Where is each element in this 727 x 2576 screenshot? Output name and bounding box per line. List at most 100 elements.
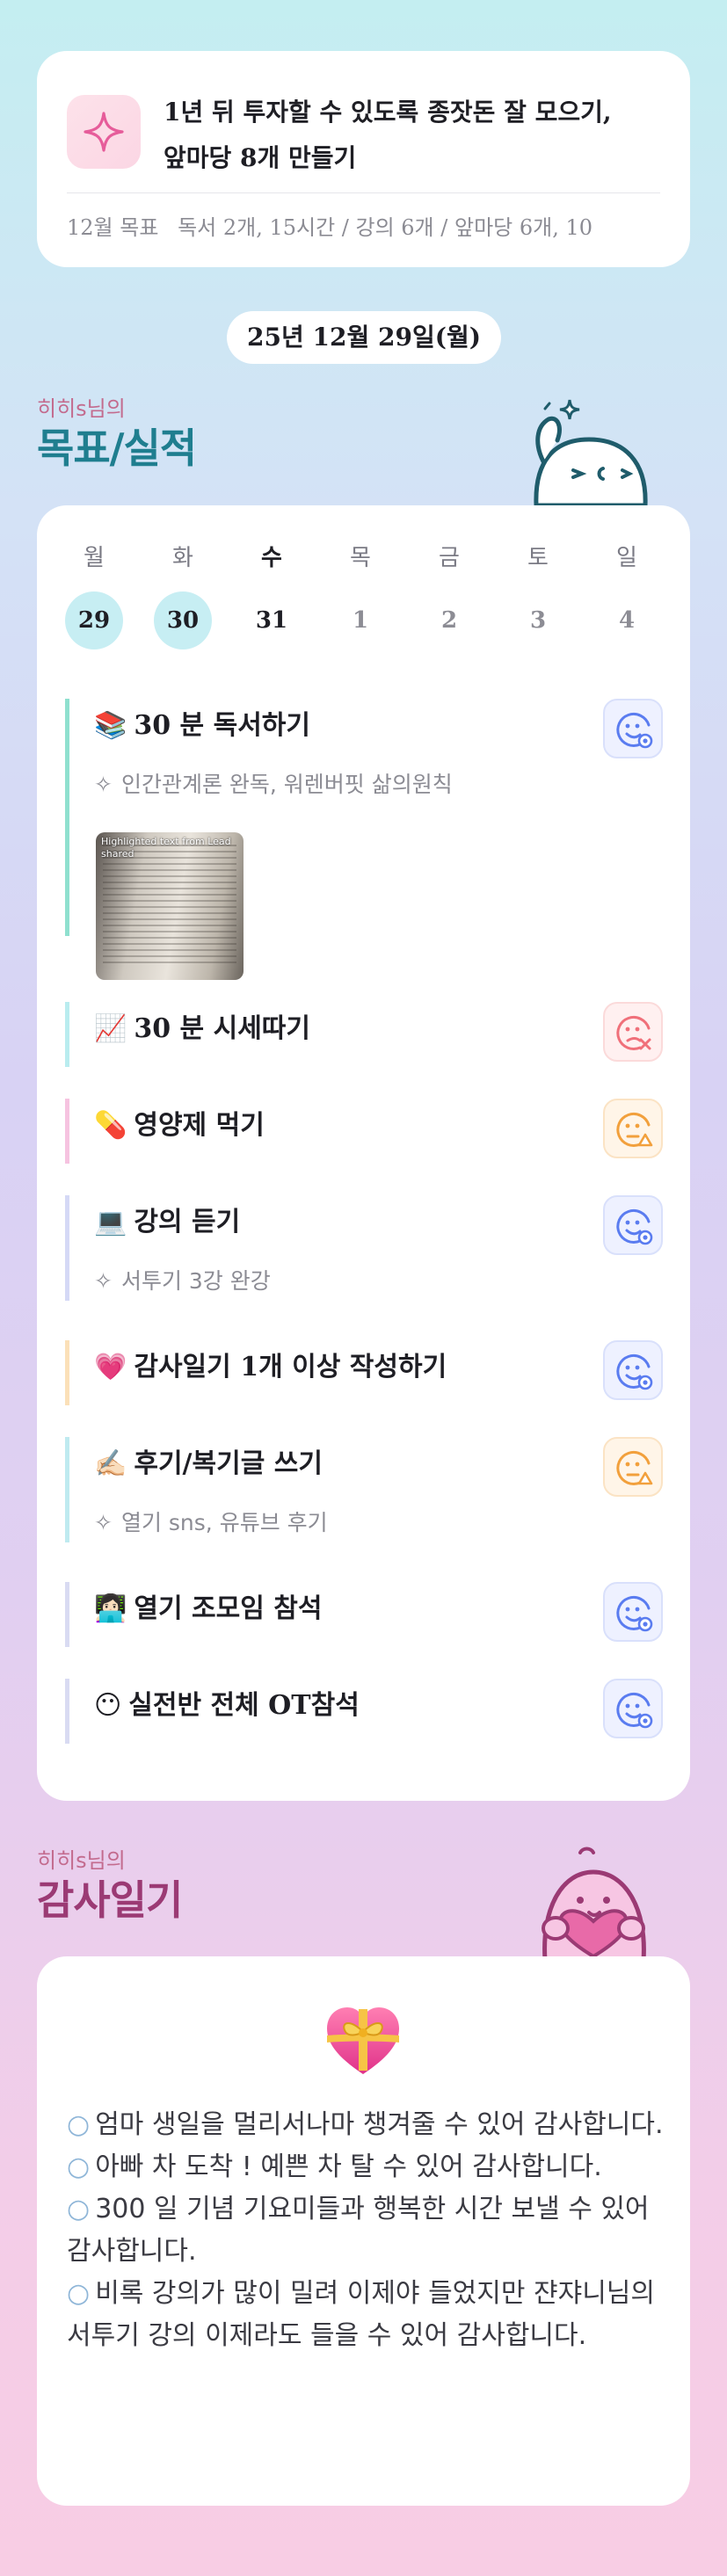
day-name: 수 [261,545,282,571]
habit-emoji: 💗 [94,1352,127,1382]
gratitude-item: ○ 비록 강의가 많이 밀려 이제야 들었지만 쟌쟈니님의 서투기 강의 이제라도… [67,2273,673,2357]
calendar-day[interactable]: 목1 [330,541,391,649]
habit-photo[interactable]: Highlighted text from Lead shared [96,832,244,980]
gratitude-item: ○ 엄마 생일을 멀리서나마 챙겨줄 수 있어 감사합니다. [67,2104,673,2146]
calendar-day[interactable]: 화 30 [152,541,214,649]
habit-emoji: 😶 [94,1690,122,1721]
gratitude-card: ○ 엄마 생일을 멀리서나마 챙겨줄 수 있어 감사합니다. ○ 아빠 차 도착 ! … [37,1956,690,2506]
calendar-day[interactable]: 토3 [507,541,569,649]
habit-memo-text: 열기 sns, 유튜브 후기 [120,1510,328,1535]
monthly-goal-text: 독서 2개, 15시간 / 강의 6개 / 앞마당 6개, 10 [178,215,593,240]
habit-title: 💗 감사일기 1개 이상 작성하기 [94,1347,447,1388]
status-good-icon[interactable] [603,1582,663,1642]
habit-memo: ✧ 인간관계론 완독, 워렌버핏 삶의원칙 [94,767,453,802]
day-number[interactable]: 4 [598,591,656,649]
habit-title-text: 실전반 전체 OT참석 [128,1690,360,1721]
habit-title: 💊 영양제 먹기 [94,1106,265,1146]
gratitude-text: 아빠 차 도착 ! 예쁜 차 탈 수 있어 감사합니다. [95,2152,602,2182]
sparkle-icon: ✧ [94,1268,113,1294]
mascot-icon [534,399,648,508]
habit-emoji: 📚 [94,710,127,741]
status-good-icon[interactable] [603,699,663,758]
habit-item[interactable]: 😶 실전반 전체 OT참석 [65,1679,663,1744]
gratitude-list: ○ 엄마 생일을 멀리서나마 챙겨줄 수 있어 감사합니다. ○ 아빠 차 도착 ! … [67,2104,673,2357]
habit-title-text: 30 분 독서하기 [134,710,310,741]
habit-title-text: 영양제 먹기 [134,1110,265,1141]
habit-item[interactable]: 💊 영양제 먹기 [65,1099,663,1164]
day-number[interactable]: 29 [65,591,123,649]
habit-title-text: 감사일기 1개 이상 작성하기 [134,1352,447,1382]
gratitude-text: 비록 강의가 많이 밀려 이제야 들었지만 쟌쟈니님의 서투기 강의 이제라도 … [67,2278,656,2351]
gratitude-title: 감사일기 [37,1876,183,1924]
monthly-goal: 12월 목표 독서 2개, 15시간 / 강의 6개 / 앞마당 6개, 10 [67,206,672,250]
habit-item[interactable]: 📈 30 분 시세따기 [65,1002,663,1067]
date-pill[interactable]: 25년 12월 29일(월) [227,311,501,364]
day-name: 금 [439,545,460,571]
status-good-icon[interactable] [603,1340,663,1400]
heart-gift-icon [327,2007,399,2074]
status-bad-icon[interactable] [603,1002,663,1062]
habit-card: 월 29 화 30 수 31 목 1 금 2 토 3 일 4 📚 30 분 독서하기 ✧ 인간관계론 완독, 워… [37,505,690,1801]
status-warn-icon[interactable] [603,1099,663,1158]
mascot-heart-icon [542,1847,646,1960]
goal-title-line2: 앞마당 8개 만들기 [164,143,357,172]
goal-card[interactable]: 1년 뒤 투자할 수 있도록 종잣돈 잘 모으기, 앞마당 8개 만들기 12월… [37,51,690,267]
bubble-icon: ○ [67,2152,91,2182]
habit-item[interactable]: 💻 강의 듣기 ✧ 서투기 3강 완강 [65,1195,663,1301]
habit-title-text: 후기/복기글 쓰기 [134,1448,323,1479]
habit-item[interactable]: 📚 30 분 독서하기 ✧ 인간관계론 완독, 워렌버핏 삶의원칙 Highlighte… [65,699,663,980]
bubble-icon: ○ [67,2278,91,2309]
sparkle-icon [67,95,141,169]
habit-title: 👩🏻‍💻 열기 조모임 참석 [94,1589,322,1629]
habit-item[interactable]: 👩🏻‍💻 열기 조모임 참석 [65,1582,663,1647]
habit-title: 📚 30 분 독서하기 [94,706,310,746]
day-name: 목 [350,545,371,571]
habit-emoji: 📈 [94,1013,127,1044]
calendar-day[interactable]: 월 29 [63,541,125,649]
goal-title-line1: 1년 뒤 투자할 수 있도록 종잣돈 잘 모으기, [164,98,612,127]
day-number[interactable]: 31 [243,591,301,649]
habit-emoji: ✍🏻 [94,1448,127,1479]
habit-title-text: 강의 듣기 [134,1207,241,1237]
monthly-goal-label: 12월 목표 [67,215,159,240]
record-title: 목표/실적 [37,424,197,472]
status-warn-icon[interactable] [603,1437,663,1497]
day-name: 토 [527,545,549,571]
habit-title: 😶 실전반 전체 OT참석 [94,1686,360,1726]
habit-memo-text: 서투기 3강 완강 [120,1268,271,1294]
day-number[interactable]: 1 [331,591,389,649]
habit-emoji: 💻 [94,1207,127,1237]
habit-title-text: 30 분 시세따기 [134,1013,310,1044]
habit-emoji: 💊 [94,1110,127,1141]
record-owner: 히히s님의 [37,396,126,421]
habit-title: 📈 30 분 시세따기 [94,1009,310,1049]
gratitude-text: 엄마 생일을 멀리서나마 챙겨줄 수 있어 감사합니다. [95,2109,664,2140]
day-number[interactable]: 3 [509,591,567,649]
day-number[interactable]: 2 [420,591,478,649]
calendar-day[interactable]: 금2 [418,541,480,649]
goal-divider [67,192,660,193]
habit-memo: ✧ 서투기 3강 완강 [94,1264,271,1299]
bubble-icon: ○ [67,2109,91,2140]
habit-emoji: 👩🏻‍💻 [94,1593,127,1624]
calendar-day[interactable]: 수 31 [241,541,302,649]
habit-title: 💻 강의 듣기 [94,1202,240,1243]
habit-title-text: 열기 조모임 참석 [134,1593,323,1624]
gratitude-item: ○ 300 일 기념 기요미들과 행복한 시간 보낼 수 있어 감사합니다. [67,2188,673,2273]
gratitude-text: 300 일 기념 기요미들과 행복한 시간 보낼 수 있어 감사합니다. [67,2194,650,2267]
sparkle-icon: ✧ [94,772,113,797]
bubble-icon: ○ [67,2194,91,2224]
habit-memo: ✧ 열기 sns, 유튜브 후기 [94,1506,328,1541]
day-number[interactable]: 30 [154,591,212,649]
goal-title: 1년 뒤 투자할 수 있도록 종잣돈 잘 모으기, 앞마당 8개 만들기 [164,90,665,181]
gratitude-item: ○ 아빠 차 도착 ! 예쁜 차 탈 수 있어 감사합니다. [67,2146,673,2188]
status-good-icon[interactable] [603,1195,663,1255]
sparkle-icon: ✧ [94,1510,113,1535]
gratitude-owner: 히히s님의 [37,1848,126,1873]
status-good-icon[interactable] [603,1679,663,1738]
habit-item[interactable]: 💗 감사일기 1개 이상 작성하기 [65,1340,663,1405]
habit-item[interactable]: ✍🏻 후기/복기글 쓰기 ✧ 열기 sns, 유튜브 후기 [65,1437,663,1542]
calendar-day[interactable]: 일4 [596,541,658,649]
week-calendar: 월 29 화 30 수 31 목 1 금 2 토 3 일 4 [63,541,679,655]
day-name: 화 [172,545,193,571]
